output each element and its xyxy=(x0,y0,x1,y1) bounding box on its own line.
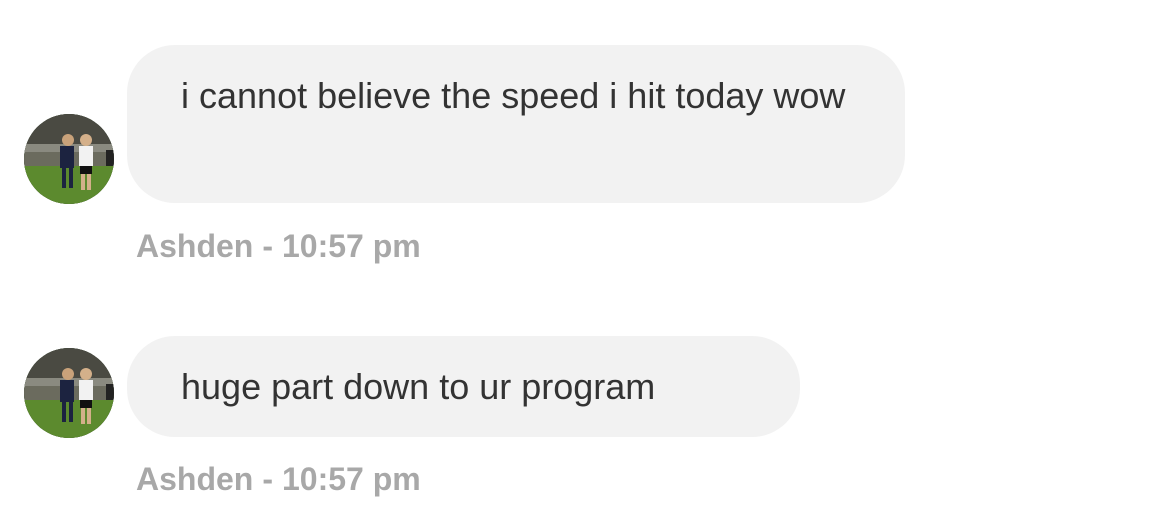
sender-name: Ashden xyxy=(136,461,254,497)
sender-avatar[interactable] xyxy=(24,114,114,204)
message-text: i cannot believe the speed i hit today w… xyxy=(181,75,846,116)
sender-avatar[interactable] xyxy=(24,348,114,438)
message-meta: Ashden -10:57 pm xyxy=(136,461,421,498)
message-bubble[interactable]: i cannot believe the speed i hit today w… xyxy=(127,45,905,203)
message-bubble[interactable]: huge part down to ur program xyxy=(127,336,800,437)
avatar-photo-icon xyxy=(24,114,114,204)
message-time: 10:57 pm xyxy=(282,228,421,264)
avatar-photo-icon xyxy=(24,348,114,438)
sender-name: Ashden xyxy=(136,228,254,264)
message-meta: Ashden -10:57 pm xyxy=(136,228,421,265)
message-text: huge part down to ur program xyxy=(181,366,656,407)
message-time: 10:57 pm xyxy=(282,461,421,497)
meta-separator: - xyxy=(262,228,273,264)
meta-separator: - xyxy=(262,461,273,497)
